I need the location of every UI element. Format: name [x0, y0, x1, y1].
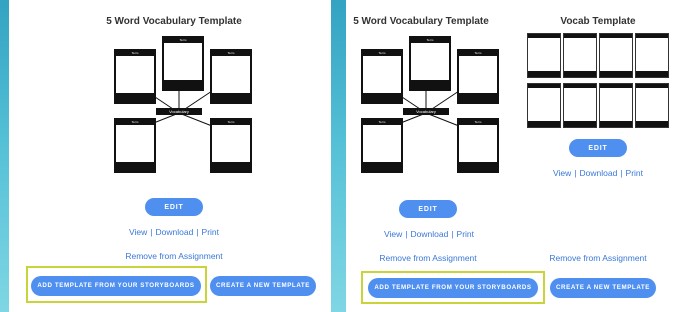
template-action-links: View | Download | Print — [384, 229, 474, 239]
vocab-cell — [563, 83, 597, 128]
vocab-cell — [527, 33, 561, 78]
link-separator: | — [196, 227, 199, 237]
vocabulary-diagram-thumbnail[interactable]: Term Term Term Vocabulary Term Term — [104, 36, 254, 186]
link-separator: | — [405, 229, 408, 239]
diagram-center-label: Vocabulary — [156, 108, 202, 115]
view-link[interactable]: View — [384, 229, 402, 239]
term-frame: Term — [114, 118, 156, 173]
create-new-template-button[interactable]: CREATE A NEW TEMPLATE — [550, 278, 656, 298]
vocab-cell — [635, 33, 669, 78]
edit-button[interactable]: EDIT — [145, 198, 203, 216]
link-separator: | — [574, 168, 577, 178]
vocab-cell — [599, 83, 633, 128]
link-separator: | — [150, 227, 153, 237]
download-link[interactable]: Download — [410, 229, 448, 239]
term-frame: Term — [457, 49, 499, 104]
vocab-grid-thumbnail[interactable] — [527, 33, 670, 133]
template-action-links: View | Download | Print — [553, 168, 643, 178]
view-link[interactable]: View — [553, 168, 571, 178]
diagram-center-label: Vocabulary — [403, 108, 449, 115]
template-title: 5 Word Vocabulary Template — [353, 16, 489, 27]
term-frame: Term — [409, 36, 451, 91]
download-link[interactable]: Download — [579, 168, 617, 178]
download-link[interactable]: Download — [155, 227, 193, 237]
print-link[interactable]: Print — [626, 168, 643, 178]
term-frame: Term — [361, 118, 403, 173]
add-template-from-storyboards-button[interactable]: ADD TEMPLATE FROM YOUR STORYBOARDS — [31, 276, 201, 296]
remove-from-assignment-link[interactable]: Remove from Assignment — [549, 253, 646, 263]
remove-from-assignment-link[interactable]: Remove from Assignment — [125, 251, 222, 261]
link-separator: | — [620, 168, 623, 178]
print-link[interactable]: Print — [457, 229, 474, 239]
edit-button[interactable]: EDIT — [399, 200, 457, 218]
term-frame: Term — [162, 36, 204, 91]
vocabulary-diagram-thumbnail[interactable]: Term Term Term Vocabulary Term Term — [351, 36, 501, 186]
term-frame: Term — [210, 49, 252, 104]
left-template-card: 5 Word Vocabulary Template Term Term Ter… — [9, 0, 331, 312]
remove-from-assignment-link[interactable]: Remove from Assignment — [379, 253, 476, 263]
link-separator: | — [451, 229, 454, 239]
template-title: Vocab Template — [560, 16, 636, 27]
vocab-cell — [635, 83, 669, 128]
view-link[interactable]: View — [129, 227, 147, 237]
vocab-cell — [563, 33, 597, 78]
template-action-links: View | Download | Print — [129, 227, 219, 237]
term-frame: Term — [114, 49, 156, 104]
create-new-template-button[interactable]: CREATE A NEW TEMPLATE — [210, 276, 316, 296]
vocab-cell — [599, 33, 633, 78]
template-title: 5 Word Vocabulary Template — [106, 16, 242, 27]
edit-button[interactable]: EDIT — [569, 139, 627, 157]
add-template-from-storyboards-button[interactable]: ADD TEMPLATE FROM YOUR STORYBOARDS — [368, 278, 538, 298]
term-frame: Term — [457, 118, 499, 173]
term-frame: Term — [361, 49, 403, 104]
term-frame: Term — [210, 118, 252, 173]
right-template-card: 5 Word Vocabulary Template Term Term Ter… — [346, 0, 676, 312]
print-link[interactable]: Print — [202, 227, 219, 237]
vocab-cell — [527, 83, 561, 128]
